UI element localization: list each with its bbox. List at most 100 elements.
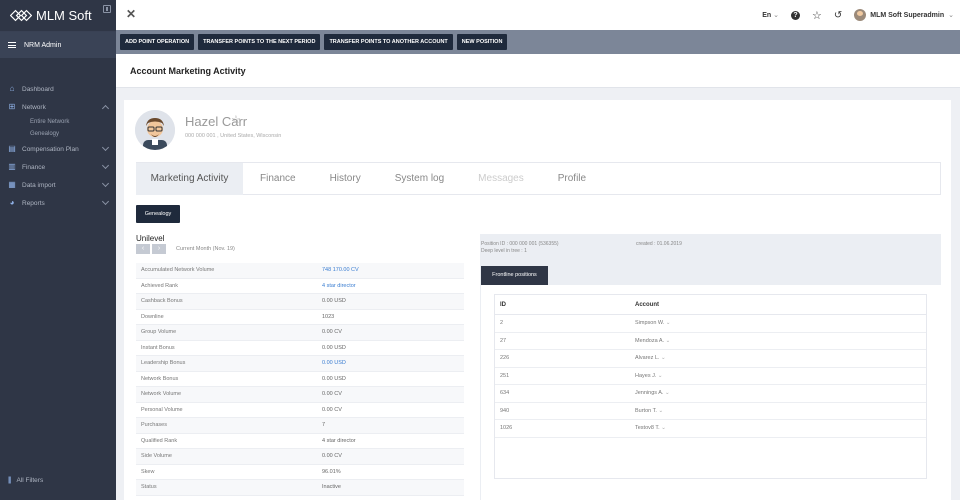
- stat-key: Skew: [141, 468, 155, 475]
- sidebar-item-network[interactable]: ⊞ Network: [0, 98, 116, 116]
- sidebar-item-finance[interactable]: ▥ Finance: [0, 158, 116, 176]
- next-period-button[interactable]: ›: [152, 244, 166, 254]
- chevron-down-icon: [101, 179, 110, 188]
- stats-row: Personal Volume 0.00 CV: [136, 403, 464, 418]
- sidebar-item-label: Dashboard: [22, 85, 54, 93]
- new-position-button[interactable]: NEW POSITION: [456, 34, 508, 50]
- row-account[interactable]: Mendoza A. ⌄: [635, 338, 926, 344]
- unilevel-title: Unilevel: [136, 234, 165, 243]
- stat-value[interactable]: 0.00 USD: [322, 360, 346, 366]
- sidebar-item-label: Reports: [22, 199, 45, 207]
- add-point-operation-button[interactable]: ADD POINT OPERATION: [120, 34, 195, 50]
- position-info: Position ID : 000 000 001 (536355) Deep …: [481, 241, 559, 255]
- action-bar: ADD POINT OPERATION TRANSFER POINTS TO T…: [116, 30, 960, 54]
- tab-history[interactable]: History: [313, 163, 378, 195]
- sidebar-subitem-entire-network[interactable]: Entire Network: [0, 116, 116, 128]
- tab-system-log[interactable]: System log: [378, 163, 461, 195]
- row-id: 226: [500, 355, 510, 362]
- stat-value[interactable]: 748 170.00 CV: [322, 267, 359, 273]
- all-filters-label: All Filters: [16, 477, 44, 484]
- account-name: Alvarez L.: [635, 355, 660, 362]
- stat-key: Status: [141, 484, 157, 491]
- tab-marketing-activity[interactable]: Marketing Activity: [136, 163, 243, 195]
- sidebar-item-reports[interactable]: ◕ Reports: [0, 194, 116, 212]
- favorite-star-icon[interactable]: ☆: [231, 113, 241, 126]
- chevron-down-icon: ⌄: [664, 320, 671, 327]
- stats-row: Network Volume 0.00 CV: [136, 387, 464, 403]
- sidebar-item-compensation-plan[interactable]: ▤ Compensation Plan: [0, 140, 116, 158]
- tab-profile[interactable]: Profile: [541, 163, 603, 195]
- stats-row: Accumulated Network Volume 748 170.00 CV: [136, 263, 464, 279]
- network-icon: ⊞: [8, 102, 16, 111]
- sidebar-subitem-genealogy[interactable]: Genealogy: [0, 128, 116, 140]
- stats-row: Downline 1023: [136, 310, 464, 325]
- stat-key: Network Bonus: [141, 375, 179, 382]
- all-filters-button[interactable]: ||| All Filters: [8, 477, 43, 484]
- chevron-down-icon: ⌄: [656, 407, 664, 414]
- sidebar-item-label: Compensation Plan: [22, 145, 79, 153]
- stats-row: Side Volume 0.00 CV: [136, 449, 464, 465]
- table-row: 226 Alvarez L. ⌄: [495, 350, 926, 368]
- table-header: ID Account: [495, 295, 926, 315]
- row-account[interactable]: Jennings A. ⌄: [635, 390, 926, 396]
- stats-row: Leadership Bonus 0.00 USD: [136, 356, 464, 372]
- position-created: created : 01.06.2019: [636, 241, 682, 247]
- stat-key: Side Volume: [141, 453, 172, 460]
- stat-value: Inactive: [322, 484, 341, 491]
- history-icon[interactable]: ↺: [834, 10, 842, 21]
- stat-value[interactable]: 4 star director: [322, 283, 356, 289]
- account-name: Testov8 T.: [635, 425, 660, 432]
- close-icon[interactable]: ✕: [126, 7, 136, 21]
- account-card: Hazel Carr ☆ 000 000 001 , United States…: [124, 100, 951, 500]
- chevron-down-icon: [101, 143, 110, 152]
- table-row: 2 Simpson W. ⌄: [495, 315, 926, 333]
- row-id: 940: [500, 407, 510, 414]
- row-account[interactable]: Testov8 T. ⌄: [635, 425, 926, 431]
- table-blank: [495, 438, 926, 478]
- genealogy-button[interactable]: Genealogy: [136, 205, 180, 223]
- filters-icon: |||: [8, 477, 12, 484]
- user-menu[interactable]: MLM Soft Superadmin ⌄: [854, 9, 954, 21]
- stat-key: Achieved Rank: [141, 282, 178, 289]
- row-account[interactable]: Alvarez L. ⌄: [635, 355, 926, 361]
- stats-row: Skew 96.01%: [136, 465, 464, 480]
- topbar: ✕ En ⌄ ? ☆ ↺ MLM Soft Superadmin ⌄: [116, 0, 960, 30]
- role-menu[interactable]: NRM Admin: [0, 32, 116, 58]
- sidebar-item-data-import[interactable]: ▦ Data import: [0, 176, 116, 194]
- row-id: 2: [500, 320, 504, 327]
- stats-row: Achieved Rank 4 star director: [136, 279, 464, 294]
- import-icon: ▦: [8, 180, 16, 189]
- tab-finance[interactable]: Finance: [243, 163, 313, 195]
- account-name: Hayes J.: [635, 372, 657, 379]
- sidebar-item-dashboard[interactable]: ⌂ Dashboard: [0, 80, 116, 98]
- chevron-down-icon: ⌄: [659, 425, 666, 432]
- chevron-down-icon: ⌄: [948, 12, 954, 19]
- stat-key: Leadership Bonus: [141, 360, 186, 367]
- sidebar-collapse-icon[interactable]: [103, 5, 111, 13]
- position-id: Position ID : 000 000 001 (536355): [481, 241, 559, 247]
- stats-row: Cashback Bonus 0.00 USD: [136, 294, 464, 310]
- stat-key: Group Volume: [141, 329, 177, 336]
- tab-messages: Messages: [478, 173, 524, 184]
- account-name: Burton T.: [635, 407, 657, 414]
- help-icon[interactable]: ?: [790, 10, 800, 20]
- transfer-points-another-account-button[interactable]: TRANSFER POINTS TO ANOTHER ACCOUNT: [324, 34, 453, 50]
- frontline-table: ID Account 2 Simpson W. ⌄ 27 Mendoza A. ⌄ 22…: [494, 294, 927, 479]
- prev-period-button[interactable]: ‹: [136, 244, 150, 254]
- brand-logo[interactable]: MLM Soft: [0, 0, 116, 32]
- stat-key: Instant Bonus: [141, 344, 175, 351]
- row-account[interactable]: Hayes J. ⌄: [635, 373, 926, 379]
- row-account[interactable]: Simpson W. ⌄: [635, 320, 926, 326]
- tab-frontline-positions[interactable]: Frontline positions: [481, 266, 548, 285]
- favorite-star-icon[interactable]: ☆: [812, 9, 822, 22]
- brand-name: MLM Soft: [36, 8, 92, 23]
- page-header: Account Marketing Activity: [116, 54, 960, 88]
- row-account[interactable]: Burton T. ⌄: [635, 408, 926, 414]
- sidebar: MLM Soft NRM Admin ⌂ Dashboard ⊞ Network…: [0, 0, 116, 500]
- topbar-actions: En ⌄ ? ☆ ↺ MLM Soft Superadmin ⌄: [762, 0, 954, 30]
- stat-key: Accumulated Network Volume: [141, 267, 215, 274]
- sidebar-nav: ⌂ Dashboard ⊞ Network Entire Network Gen…: [0, 80, 116, 212]
- stat-value: 0.00 USD: [322, 344, 346, 351]
- language-selector[interactable]: En ⌄: [762, 11, 779, 19]
- transfer-points-next-period-button[interactable]: TRANSFER POINTS TO THE NEXT PERIOD: [198, 34, 321, 50]
